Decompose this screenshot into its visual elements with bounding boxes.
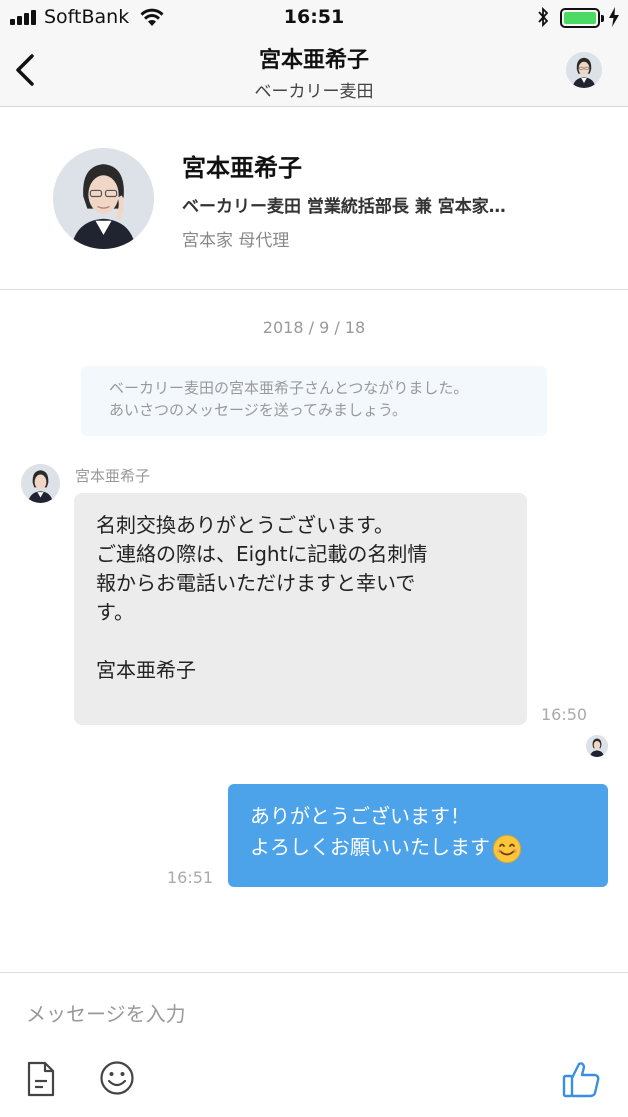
smiley-icon[interactable] (99, 1060, 135, 1096)
message-line: ご連絡の際は、Eightに記載の名刺情 (96, 542, 428, 566)
page-subtitle: ベーカリー麦田 (254, 82, 374, 102)
message-line: よろしくお願いいたします (250, 835, 490, 859)
document-icon[interactable] (26, 1061, 56, 1097)
smiling-face-emoji (493, 834, 521, 863)
thumbs-up-icon[interactable] (561, 1059, 601, 1099)
message-line-with-emoji: よろしくお願いいたします (250, 832, 608, 864)
status-bar: SoftBank 16:51 (0, 0, 628, 36)
system-message: ベーカリー麦田の宮本亜希子さんとつながりました。 あいさつのメッセージを送ってみ… (81, 366, 547, 436)
date-separator: 2018 / 9 / 18 (262, 318, 366, 337)
navigation-bar: 宮本亜希子 ベーカリー麦田 (0, 36, 628, 107)
battery-icon (560, 8, 604, 28)
message-line (96, 627, 527, 656)
header-avatar[interactable] (566, 52, 602, 88)
outgoing-message-bubble[interactable]: ありがとうございます！ よろしくお願いいたします (228, 784, 608, 887)
sender-name: 宮本亜希子 (75, 467, 151, 485)
message-line: 報からお電話いただけますと幸いで (96, 571, 416, 595)
sender-avatar[interactable] (21, 464, 60, 503)
page-title: 宮本亜希子 (258, 48, 369, 73)
system-message-line: ベーカリー麦田の宮本亜希子さんとつながりました。 (109, 379, 469, 397)
message-timestamp: 16:51 (167, 868, 214, 887)
message-composer (0, 972, 628, 1117)
clock: 16:51 (283, 6, 345, 28)
profile-name: 宮本亜希子 (182, 154, 302, 182)
system-message-line: あいさつのメッセージを送ってみましょう。 (109, 401, 408, 419)
charging-icon (609, 7, 619, 27)
bluetooth-icon (538, 6, 549, 28)
profile-avatar[interactable] (53, 148, 154, 249)
chat-area[interactable]: 2018 / 9 / 18 ベーカリー麦田の宮本亜希子さんとつながりました。 あ… (0, 291, 628, 972)
incoming-message-bubble[interactable]: 名刺交換ありがとうございます。 ご連絡の際は、Eightに記載の名刺情 報からお… (74, 493, 527, 725)
message-line: 名刺交換ありがとうございます。 (96, 513, 394, 537)
message-input[interactable] (26, 997, 586, 1031)
read-receipt-avatar (586, 735, 608, 757)
profile-company-title: ベーカリー麦田 営業統括部長 兼 宮本家… (182, 197, 506, 217)
profile-card[interactable]: 宮本亜希子 ベーカリー麦田 営業統括部長 兼 宮本家… 宮本家 母代理 (0, 108, 628, 290)
message-line: す。 (96, 600, 134, 624)
profile-role: 宮本家 母代理 (182, 231, 290, 251)
message-timestamp: 16:50 (541, 705, 588, 724)
message-line: 宮本亜希子 (96, 658, 196, 682)
message-line: ありがとうございます！ (250, 804, 470, 828)
